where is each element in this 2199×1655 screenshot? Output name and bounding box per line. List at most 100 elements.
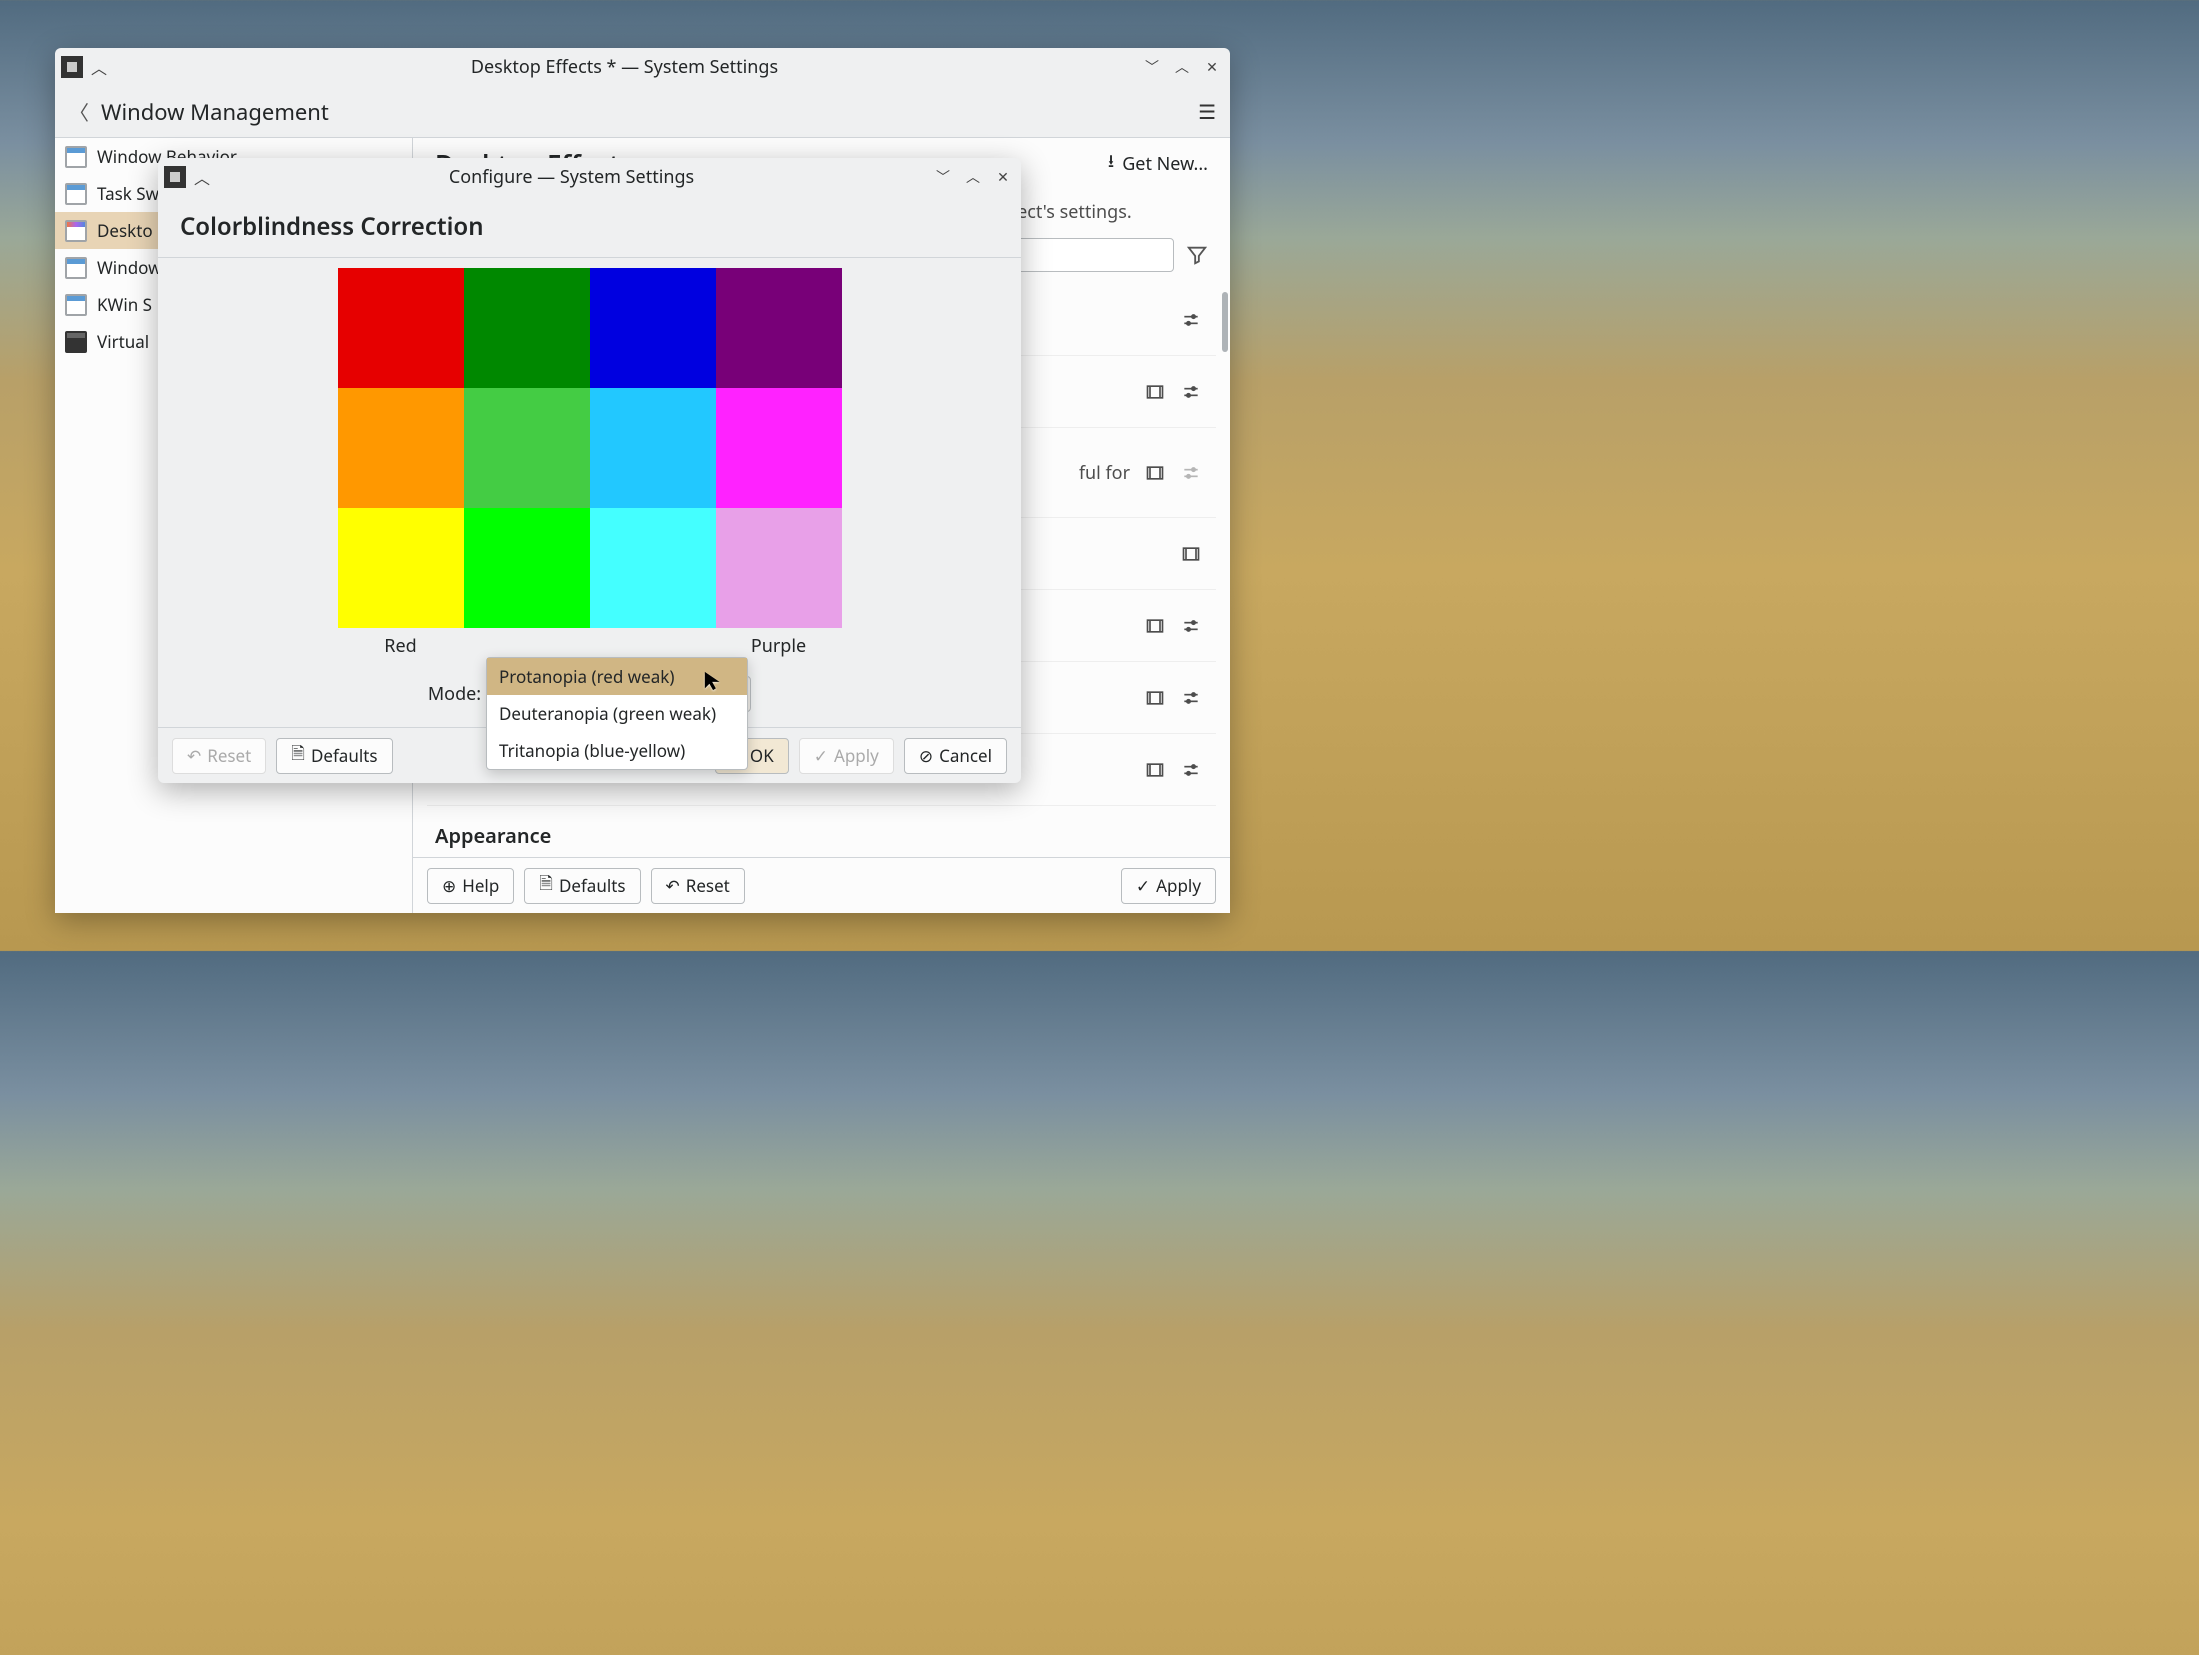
color-label — [464, 634, 590, 658]
dropdown-item-protanopia[interactable]: Protanopia (red weak) — [487, 658, 747, 695]
video-icon[interactable] — [1144, 759, 1166, 781]
apply-button[interactable]: ✓ Apply — [1121, 868, 1216, 904]
color-grid — [338, 268, 842, 628]
dropdown-item-tritanopia[interactable]: Tritanopia (blue-yellow) — [487, 732, 747, 769]
color-swatch — [338, 268, 464, 388]
minimize-button[interactable]: ﹀ — [931, 165, 955, 189]
color-swatch — [464, 268, 590, 388]
get-new-label: Get New... — [1122, 152, 1208, 176]
effects-icon — [65, 220, 87, 242]
reset-button[interactable]: ↶ Reset — [651, 868, 745, 904]
button-label: OK — [750, 744, 774, 767]
undo-icon: ↶ — [666, 874, 680, 897]
dialog-titlebar[interactable]: ︿ Configure — System Settings ﹀ ︿ ✕ — [158, 158, 1021, 196]
video-icon[interactable] — [1144, 687, 1166, 709]
button-label: Defaults — [311, 744, 378, 767]
button-label: Defaults — [559, 874, 626, 897]
dropdown-item-deuteranopia[interactable]: Deuteranopia (green weak) — [487, 695, 747, 732]
maximize-button[interactable]: ︿ — [961, 165, 985, 189]
color-swatch — [716, 508, 842, 628]
window-icon — [65, 257, 87, 279]
window-icon — [65, 146, 87, 168]
video-icon[interactable] — [1144, 381, 1166, 403]
main-bottom-bar: ⊕ Help 🗎 Defaults ↶ Reset ✓ Apply — [413, 857, 1230, 913]
minimize-button[interactable]: ﹀ — [1140, 55, 1164, 79]
breadcrumb-bar: 〈 Window Management ☰ — [55, 86, 1230, 138]
help-icon: ⊕ — [442, 874, 456, 897]
configure-icon[interactable] — [1180, 462, 1202, 484]
color-swatch — [716, 268, 842, 388]
button-label: Apply — [1156, 874, 1201, 897]
configure-icon[interactable] — [1180, 759, 1202, 781]
get-new-button[interactable]: ⭳ Get New... — [1108, 149, 1208, 179]
sidebar-item-label: Deskto — [97, 219, 153, 242]
sidebar-item-label: KWin S — [97, 293, 152, 316]
color-swatch — [338, 508, 464, 628]
window-title: Desktop Effects * — System Settings — [115, 55, 1134, 79]
defaults-button[interactable]: 🗎 Defaults — [276, 738, 392, 774]
close-button[interactable]: ✕ — [991, 165, 1015, 189]
color-swatch — [338, 388, 464, 508]
color-swatch — [716, 388, 842, 508]
sidebar-item-label: Virtual — [97, 330, 149, 353]
color-label — [590, 634, 716, 658]
check-icon: ✓ — [814, 744, 828, 767]
color-swatch — [464, 388, 590, 508]
color-label-purple: Purple — [716, 634, 842, 658]
main-titlebar[interactable]: ︿ Desktop Effects * — System Settings ﹀ … — [55, 48, 1230, 86]
app-icon — [61, 56, 83, 78]
sidebar-item-label: Window — [97, 256, 161, 279]
cancel-button[interactable]: ⊘ Cancel — [904, 738, 1007, 774]
app-icon — [164, 166, 186, 188]
dialog-title: Configure — System Settings — [218, 165, 925, 189]
hamburger-icon[interactable]: ☰ — [1198, 98, 1216, 125]
video-icon[interactable] — [1144, 615, 1166, 637]
check-icon: ✓ — [1136, 874, 1150, 897]
document-icon: 🗎 — [291, 741, 305, 770]
color-label-red: Red — [338, 634, 464, 658]
window-icon — [65, 183, 87, 205]
document-icon: 🗎 — [539, 871, 553, 900]
back-icon[interactable]: 〈 — [69, 97, 91, 126]
close-button[interactable]: ✕ — [1200, 55, 1224, 79]
apply-button: ✓ Apply — [799, 738, 894, 774]
configure-icon[interactable] — [1180, 381, 1202, 403]
effect-description-fragment: ful for — [1079, 461, 1130, 485]
mode-label: Mode: — [428, 682, 481, 706]
configure-icon[interactable] — [1180, 687, 1202, 709]
color-swatch — [590, 388, 716, 508]
dialog-header: Colorblindness Correction — [158, 196, 1021, 258]
download-icon: ⭳ — [1108, 149, 1114, 179]
cancel-icon: ⊘ — [919, 744, 933, 767]
undo-icon: ↶ — [187, 744, 201, 767]
chevron-up-icon[interactable]: ︿ — [89, 55, 109, 79]
color-swatch — [590, 508, 716, 628]
video-icon[interactable] — [1144, 462, 1166, 484]
maximize-button[interactable]: ︿ — [1170, 55, 1194, 79]
color-swatch — [464, 508, 590, 628]
filter-icon[interactable] — [1186, 244, 1208, 266]
configure-icon[interactable] — [1180, 309, 1202, 331]
window-icon — [65, 294, 87, 316]
button-label: Apply — [834, 744, 879, 767]
video-icon[interactable] — [1180, 543, 1202, 565]
scrollbar[interactable] — [1222, 292, 1228, 352]
virtual-icon — [65, 331, 87, 353]
button-label: Reset — [686, 874, 730, 897]
reset-button: ↶ Reset — [172, 738, 266, 774]
mode-dropdown: Protanopia (red weak) Deuteranopia (gree… — [486, 657, 748, 770]
button-label: Cancel — [939, 744, 992, 767]
sidebar-item-label: Task Sw — [97, 182, 159, 205]
defaults-button[interactable]: 🗎 Defaults — [524, 868, 640, 904]
dialog-body: Red Purple Mode: Protanopia (red weak) ⌄… — [158, 258, 1021, 727]
help-button[interactable]: ⊕ Help — [427, 868, 514, 904]
breadcrumb[interactable]: Window Management — [101, 97, 329, 127]
button-label: Help — [462, 874, 499, 897]
button-label: Reset — [207, 744, 251, 767]
color-labels: Red Purple — [338, 634, 842, 658]
configure-dialog: ︿ Configure — System Settings ﹀ ︿ ✕ Colo… — [158, 158, 1021, 783]
chevron-up-icon[interactable]: ︿ — [192, 165, 212, 189]
category-appearance: Appearance — [427, 806, 1216, 855]
color-swatch — [590, 268, 716, 388]
configure-icon[interactable] — [1180, 615, 1202, 637]
